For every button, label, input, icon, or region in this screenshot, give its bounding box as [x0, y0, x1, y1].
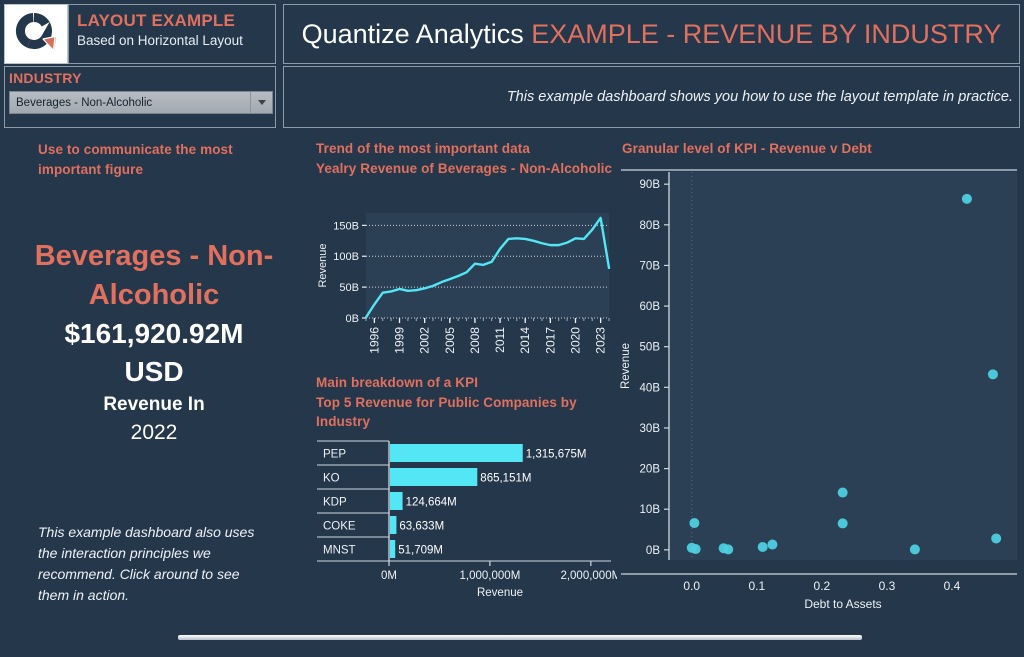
svg-text:0.4: 0.4: [944, 579, 961, 593]
svg-text:90B: 90B: [640, 179, 661, 191]
svg-text:60B: 60B: [640, 301, 661, 313]
svg-text:2008: 2008: [468, 327, 482, 354]
title-brand-part: Quantize Analytics: [301, 19, 532, 49]
kpi-value: $161,920.92M: [64, 318, 244, 349]
kpi-footnote: This example dashboard also uses the int…: [38, 524, 255, 603]
scatter-chart-title: Granular level of KPI - Revenue v Debt: [622, 141, 872, 156]
line-chart-captions: Trend of the most important data Yealry …: [316, 139, 616, 178]
industry-select-value[interactable]: Beverages - Non-Alcoholic: [10, 97, 250, 109]
svg-text:1999: 1999: [393, 327, 407, 354]
svg-text:2005: 2005: [443, 327, 457, 354]
kpi-panel: Use to communicate the most important fi…: [0, 132, 308, 610]
svg-text:2014: 2014: [518, 327, 532, 354]
revenue-v-debt-scatter-chart[interactable]: 0B 10B 20B 30B 40B 50B 60B 70B 80B 90B Revenue 0.0 0…: [617, 157, 1024, 610]
svg-text:124,664M: 124,664M: [406, 497, 457, 509]
svg-text:0B: 0B: [646, 545, 660, 557]
svg-text:0.3: 0.3: [879, 579, 896, 593]
svg-text:51,709M: 51,709M: [398, 545, 443, 557]
dashboard-note-text: This example dashboard shows you how to …: [506, 89, 1013, 105]
svg-text:50B: 50B: [640, 342, 661, 354]
svg-text:0B: 0B: [346, 313, 359, 325]
top5-revenue-bar-chart[interactable]: PEP 1,315,675M KO 865,151M KDP 124,664M COKE 63…: [311, 437, 617, 610]
chevron-down-icon[interactable]: [250, 92, 272, 113]
svg-text:50B: 50B: [339, 282, 359, 294]
svg-text:KDP: KDP: [323, 497, 347, 509]
svg-text:865,151M: 865,151M: [480, 473, 531, 485]
dashboard-root: LAYOUT EXAMPLE Based on Horizontal Layou…: [0, 0, 1024, 657]
svg-text:40B: 40B: [640, 382, 661, 394]
svg-text:2017: 2017: [543, 327, 557, 354]
bar-chart-captions: Main breakdown of a KPI Top 5 Revenue fo…: [316, 373, 616, 432]
title-accent-part: EXAMPLE - REVENUE BY INDUSTRY: [531, 19, 1002, 49]
brand-block: LAYOUT EXAMPLE Based on Horizontal Layou…: [68, 4, 276, 64]
svg-text:150B: 150B: [333, 220, 359, 232]
yearly-revenue-line-chart[interactable]: 0B 50B 100B 150B Revenue 1996 1999 2002 2005 2008…: [311, 205, 617, 365]
svg-text:COKE: COKE: [323, 521, 356, 533]
bar-chart-title: Top 5 Revenue for Public Companies by In…: [316, 394, 577, 430]
kpi-currency: USD: [124, 356, 184, 387]
svg-text:80B: 80B: [640, 220, 661, 232]
svg-text:70B: 70B: [640, 260, 661, 272]
svg-text:2,000,000M: 2,000,000M: [560, 570, 617, 582]
svg-text:MNST: MNST: [323, 545, 356, 557]
svg-text:100B: 100B: [333, 251, 359, 263]
svg-text:0M: 0M: [381, 570, 397, 582]
dashboard-note-panel: This example dashboard shows you how to …: [283, 66, 1020, 128]
kpi-measure-label: Revenue In: [103, 394, 205, 415]
middle-column: Trend of the most important data Yealry …: [311, 135, 617, 610]
svg-text:10B: 10B: [640, 504, 661, 516]
svg-text:20B: 20B: [640, 464, 661, 476]
bar-chart-caption-hint: Main breakdown of a KPI: [316, 375, 479, 390]
brand-title: LAYOUT EXAMPLE: [77, 11, 236, 30]
kpi-figure-block: Beverages - Non-Alcoholic $161,920.92M U…: [8, 237, 300, 447]
svg-text:2023: 2023: [594, 327, 608, 354]
svg-text:Revenue: Revenue: [477, 587, 523, 599]
svg-text:0.2: 0.2: [814, 579, 831, 593]
svg-text:Revenue: Revenue: [620, 343, 632, 389]
svg-text:PEP: PEP: [323, 449, 346, 461]
horizontal-scrollbar[interactable]: [178, 635, 862, 640]
app-logo: [4, 4, 68, 64]
svg-text:2020: 2020: [568, 327, 582, 354]
svg-text:Debt to Assets: Debt to Assets: [804, 597, 881, 610]
svg-text:0.1: 0.1: [748, 579, 765, 593]
page-title: Quantize Analytics EXAMPLE - REVENUE BY …: [302, 19, 1002, 49]
industry-filter-label: INDUSTRY: [9, 70, 82, 86]
line-chart-caption-hint: Trend of the most important data: [316, 141, 530, 156]
svg-text:0.0: 0.0: [683, 579, 700, 593]
quantize-donut-logo-icon: [15, 12, 56, 52]
line-chart-title: Yealry Revenue of Beverages - Non-Alcoho…: [316, 160, 613, 176]
svg-text:30B: 30B: [640, 423, 661, 435]
kpi-industry-name: Beverages - Non-Alcoholic: [34, 240, 274, 311]
kpi-year: 2022: [130, 421, 178, 444]
svg-text:KO: KO: [323, 473, 340, 485]
kpi-caption: Use to communicate the most important fi…: [38, 142, 233, 177]
brand-subtitle: Based on Horizontal Layout: [77, 33, 243, 48]
svg-text:2002: 2002: [418, 327, 432, 354]
svg-text:1,315,675M: 1,315,675M: [526, 449, 587, 461]
industry-filter-panel: INDUSTRY Beverages - Non-Alcoholic: [4, 66, 276, 128]
svg-text:1,000,000M: 1,000,000M: [460, 570, 521, 582]
industry-select[interactable]: Beverages - Non-Alcoholic: [9, 91, 273, 114]
svg-text:2011: 2011: [493, 327, 507, 353]
svg-text:63,633M: 63,633M: [399, 521, 444, 533]
svg-text:Revenue: Revenue: [317, 243, 329, 287]
right-column: Granular level of KPI - Revenue v Debt 0…: [617, 135, 1024, 610]
svg-text:1996: 1996: [367, 327, 381, 354]
dashboard-title-bar: Quantize Analytics EXAMPLE - REVENUE BY …: [283, 4, 1020, 64]
